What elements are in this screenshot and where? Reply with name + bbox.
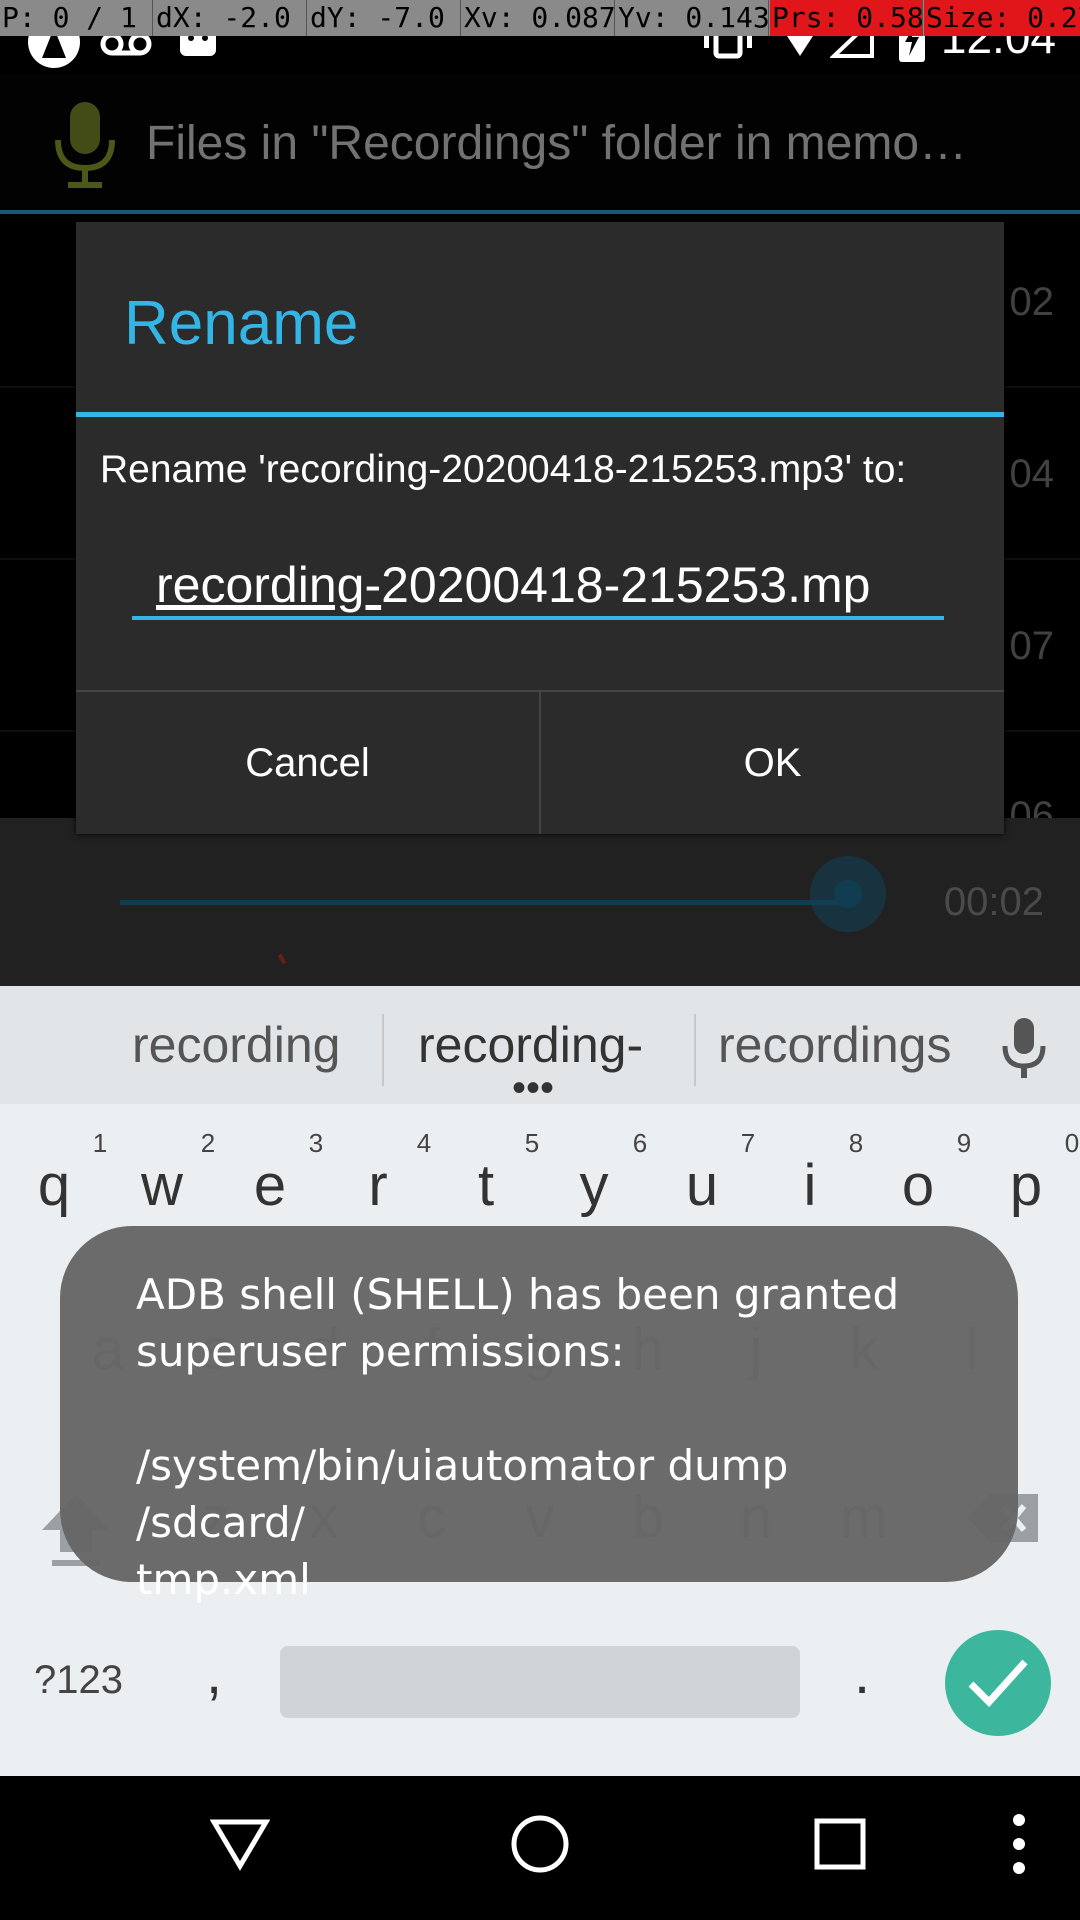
toast-message: ADB shell (SHELL) has been granted super… <box>136 1270 900 1604</box>
dialog-message: Rename 'recording-20200418-215253.mp3' t… <box>100 448 907 491</box>
debug-dy: dY: -7.0 <box>308 0 461 36</box>
back-icon[interactable] <box>210 1816 270 1872</box>
more-options-icon[interactable] <box>1006 1812 1032 1876</box>
cancel-button[interactable]: Cancel <box>76 692 539 834</box>
input-rest-text: 20200418-215253.mp <box>381 557 871 613</box>
enter-key[interactable] <box>945 1630 1051 1736</box>
toast: ADB shell (SHELL) has been granted super… <box>60 1226 1018 1604</box>
period-key[interactable]: . <box>854 1640 870 1707</box>
key-u[interactable]: u <box>662 1152 742 1219</box>
space-bar[interactable] <box>280 1646 800 1718</box>
rename-input-text: recording-20200418-215253.mp <box>156 556 870 614</box>
key-e[interactable]: e <box>230 1152 310 1219</box>
debug-prs: Prs: 0.58 <box>770 0 923 36</box>
key-hint-number: 2 <box>200 1128 216 1158</box>
key-hint-number: 1 <box>92 1128 108 1158</box>
home-icon[interactable] <box>510 1814 570 1874</box>
key-t[interactable]: t <box>446 1152 526 1219</box>
debug-size: Size: 0.27 <box>924 0 1080 36</box>
navigation-bar <box>0 1776 1080 1920</box>
suggestion-separator <box>382 1014 384 1086</box>
ok-button[interactable]: OK <box>541 692 1004 834</box>
suggestion-item[interactable]: recording <box>132 1016 340 1074</box>
key-hint-number: 8 <box>848 1128 864 1158</box>
more-suggestions-icon[interactable]: ••• <box>512 1066 554 1111</box>
debug-yv: Yv: 0.143 <box>618 0 769 36</box>
key-hint-number: 0 <box>1064 1128 1080 1158</box>
recents-icon[interactable] <box>814 1818 866 1870</box>
key-p[interactable]: p <box>986 1152 1066 1219</box>
pointer-location-overlay: P: 0 / 1 dX: -2.0 dY: -7.0 Xv: 0.087 Yv:… <box>0 0 1080 36</box>
debug-dx: dX: -2.0 <box>154 0 307 36</box>
suggestion-strip: recording recording- ••• recordings <box>0 986 1080 1110</box>
key-y[interactable]: y <box>554 1152 634 1219</box>
check-icon <box>968 1659 1028 1708</box>
debug-xv: Xv: 0.087 <box>464 0 615 36</box>
rename-input[interactable]: recording-20200418-215253.mp <box>132 550 944 620</box>
voice-input-icon[interactable] <box>1000 1016 1048 1082</box>
key-r[interactable]: r <box>338 1152 418 1219</box>
key-hint-number: 4 <box>416 1128 432 1158</box>
dialog-title-divider <box>76 412 1004 417</box>
dialog-title: Rename <box>124 289 359 358</box>
key-w[interactable]: w <box>122 1152 202 1219</box>
comma-key[interactable]: , <box>206 1640 222 1707</box>
suggestion-separator <box>694 1014 696 1086</box>
key-o[interactable]: o <box>878 1152 958 1219</box>
composing-text: recording- <box>156 557 382 613</box>
key-i[interactable]: i <box>770 1152 850 1219</box>
key-hint-number: 9 <box>956 1128 972 1158</box>
rename-dialog: Rename Rename 'recording-20200418-215253… <box>76 222 1004 834</box>
symbols-key[interactable]: ?123 <box>34 1658 123 1703</box>
key-hint-number: 6 <box>632 1128 648 1158</box>
key-hint-number: 3 <box>308 1128 324 1158</box>
key-hint-number: 5 <box>524 1128 540 1158</box>
key-hint-number: 7 <box>740 1128 756 1158</box>
suggestion-item[interactable]: recordings <box>718 1016 951 1074</box>
key-q[interactable]: q <box>14 1152 94 1219</box>
debug-pointer: P: 0 / 1 <box>0 0 153 36</box>
